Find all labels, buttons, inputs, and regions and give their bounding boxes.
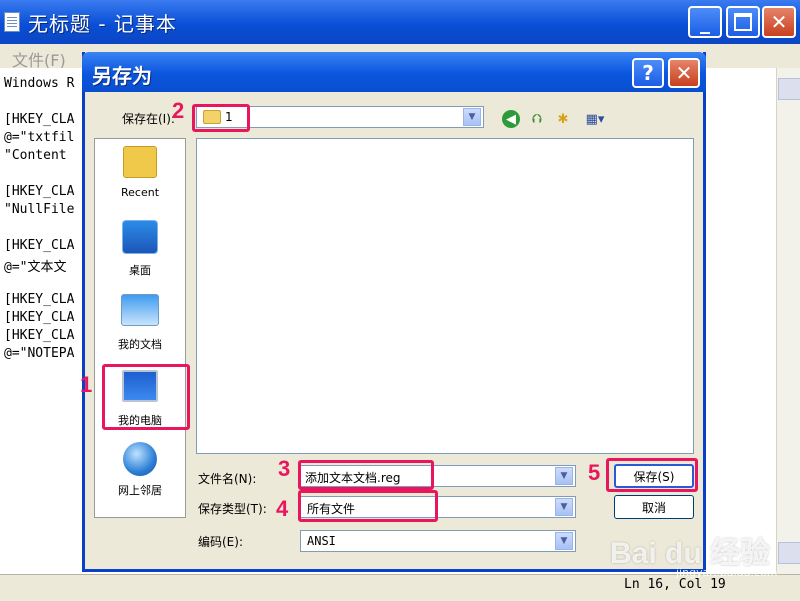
my-documents-icon xyxy=(121,294,159,326)
dialog-close-button[interactable]: ✕ xyxy=(668,58,700,88)
text-line: @="txtfil xyxy=(4,130,75,145)
place-label: 网上邻居 xyxy=(118,484,162,497)
highlight-box-1 xyxy=(102,364,190,430)
place-label: 桌面 xyxy=(129,264,151,277)
text-line: "Content xyxy=(4,148,67,163)
maximize-button[interactable] xyxy=(726,6,760,38)
step-marker-2: 2 xyxy=(172,98,185,123)
minimize-button[interactable]: _ xyxy=(688,6,722,38)
help-icon: ? xyxy=(642,61,654,85)
chevron-down-icon[interactable]: ▼ xyxy=(555,467,573,485)
text-line: [HKEY_CLA xyxy=(4,184,75,199)
text-line: Windows R xyxy=(4,76,75,91)
step-marker-4: 4 xyxy=(276,496,289,521)
cancel-button[interactable]: 取消 xyxy=(614,495,694,519)
save-in-label: 保存在(I): xyxy=(122,112,175,126)
step-marker-5: 5 xyxy=(588,460,601,485)
notepad-window-title: 无标题 - 记事本 xyxy=(28,12,177,36)
place-recent[interactable]: Recent xyxy=(94,146,186,199)
place-network[interactable]: 网上邻居 xyxy=(94,442,186,498)
new-folder-icon[interactable]: ✱ xyxy=(554,110,572,128)
place-label: 我的文档 xyxy=(118,338,162,351)
network-places-icon xyxy=(123,442,157,476)
recent-folder-icon xyxy=(123,146,157,178)
vertical-scrollbar[interactable] xyxy=(776,68,800,574)
place-my-documents[interactable]: 我的文档 xyxy=(94,294,186,352)
encoding-combobox[interactable]: ANSI ▼ xyxy=(300,530,576,552)
text-line: "NullFile xyxy=(4,202,75,217)
highlight-box-5 xyxy=(606,458,698,492)
step-marker-1: 1 xyxy=(80,372,93,397)
filetype-label: 保存类型(T): xyxy=(198,502,267,516)
text-line: [HKEY_CLA xyxy=(4,292,75,307)
desktop-icon xyxy=(122,220,158,254)
text-line: [HKEY_CLA xyxy=(4,238,75,253)
scroll-down-button[interactable] xyxy=(778,542,800,564)
close-icon: ✕ xyxy=(675,61,693,85)
dialog-title-bar[interactable] xyxy=(82,52,706,92)
place-desktop[interactable]: 桌面 xyxy=(94,220,186,278)
help-button[interactable]: ? xyxy=(632,58,664,88)
step-marker-3: 3 xyxy=(278,456,291,481)
encoding-value: ANSI xyxy=(307,534,336,548)
filename-label: 文件名(N): xyxy=(198,472,257,486)
chevron-down-icon[interactable]: ▼ xyxy=(555,498,573,516)
highlight-box-4 xyxy=(298,490,438,522)
maximize-icon xyxy=(734,13,752,31)
scroll-up-button[interactable] xyxy=(778,78,800,100)
up-folder-icon[interactable]: ⮉ xyxy=(528,110,546,128)
back-icon[interactable]: ◀ xyxy=(502,110,520,128)
text-line: [HKEY_CLA xyxy=(4,112,75,127)
file-list[interactable] xyxy=(196,138,694,454)
text-line: @="文本文 xyxy=(4,260,67,275)
notepad-app-icon xyxy=(4,12,20,32)
close-icon: ✕ xyxy=(770,10,788,34)
close-window-button[interactable]: ✕ xyxy=(762,6,796,38)
place-label: Recent xyxy=(120,186,160,199)
highlight-box-2 xyxy=(192,104,250,132)
text-line: @="NOTEPA xyxy=(4,346,75,361)
text-line: [HKEY_CLA xyxy=(4,328,75,343)
dialog-title: 另存为 xyxy=(92,64,152,88)
minimize-icon: _ xyxy=(700,10,710,34)
chevron-down-icon[interactable]: ▼ xyxy=(555,532,573,550)
chevron-down-icon[interactable]: ▼ xyxy=(463,108,481,126)
encoding-label: 编码(E): xyxy=(198,535,243,549)
highlight-box-3 xyxy=(298,460,434,490)
text-line: [HKEY_CLA xyxy=(4,310,75,325)
view-menu-icon[interactable]: ▦▾ xyxy=(580,110,610,128)
status-position: Ln 16, Col 19 xyxy=(624,577,726,592)
watermark-url: jingyan.baidu.com xyxy=(676,566,778,579)
